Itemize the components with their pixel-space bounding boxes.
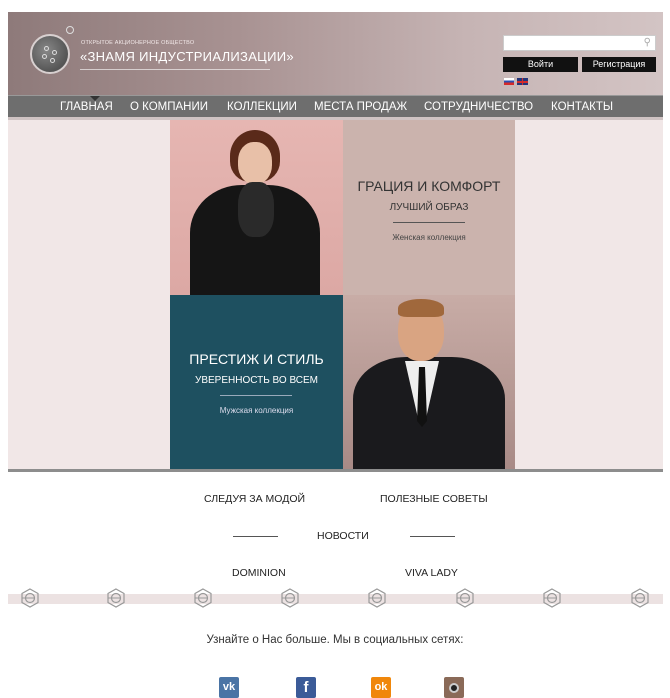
company-name[interactable]: «ЗНАМЯ ИНДУСТРИАЛИЗАЦИИ» bbox=[80, 49, 294, 64]
button-logo-icon[interactable] bbox=[30, 34, 70, 74]
women-divider bbox=[393, 222, 465, 223]
ru-flag-icon[interactable] bbox=[504, 78, 514, 85]
search-input[interactable]: ⚲ bbox=[503, 35, 656, 51]
tips-link[interactable]: ПОЛЕЗНЫЕ СОВЕТЫ bbox=[380, 493, 488, 505]
women-collection-link[interactable]: Женская коллекция bbox=[343, 233, 515, 242]
en-flag-icon[interactable] bbox=[517, 78, 528, 85]
nav-item-stores[interactable]: МЕСТА ПРОДАЖ bbox=[314, 101, 407, 113]
login-button[interactable]: Войти bbox=[503, 57, 578, 72]
news-link[interactable]: НОВОСТИ bbox=[317, 530, 369, 542]
nav-item-home[interactable]: ГЛАВНАЯ bbox=[60, 101, 113, 113]
women-collection-panel[interactable]: ГРАЦИЯ И КОМФОРТ ЛУЧШИЙ ОБРАЗ Женская ко… bbox=[343, 120, 515, 295]
brand-mark-icon bbox=[631, 588, 649, 608]
nav-item-contacts[interactable]: КОНТАКТЫ bbox=[551, 101, 613, 113]
men-title: ПРЕСТИЖ И СТИЛЬ bbox=[189, 351, 324, 367]
men-divider bbox=[220, 395, 292, 396]
nav-item-about[interactable]: О КОМПАНИИ bbox=[130, 101, 208, 113]
company-type: ОТКРЫТОЕ АКЦИОНЕРНОЕ ОБЩЕСТВО bbox=[81, 40, 195, 46]
men-collection-photo[interactable] bbox=[343, 295, 515, 470]
nav-item-cooperation[interactable]: СОТРУДНИЧЕСТВО bbox=[424, 101, 533, 113]
brand-mark-icon bbox=[368, 588, 386, 608]
brand-mark-icon bbox=[194, 588, 212, 608]
dominion-link[interactable]: DOMINION bbox=[232, 567, 286, 579]
women-collection-photo[interactable] bbox=[170, 120, 343, 295]
register-button[interactable]: Регистрация bbox=[582, 57, 656, 72]
social-heading: Узнайте о Нас больше. Мы в социальных се… bbox=[206, 634, 464, 646]
men-collection-link[interactable]: Мужская коллекция bbox=[170, 406, 343, 415]
search-icon[interactable]: ⚲ bbox=[644, 37, 651, 48]
women-subtitle: ЛУЧШИЙ ОБРАЗ bbox=[389, 202, 469, 213]
facebook-icon[interactable]: f bbox=[296, 677, 316, 698]
site-header: ОТКРЫТОЕ АКЦИОНЕРНОЕ ОБЩЕСТВО «ЗНАМЯ ИНД… bbox=[8, 12, 663, 95]
brand-mark-icon bbox=[543, 588, 561, 608]
men-subtitle: УВЕРЕННОСТЬ ВО ВСЕМ bbox=[194, 375, 319, 386]
brand-mark-icon bbox=[281, 588, 299, 608]
vk-icon[interactable]: vk bbox=[219, 677, 239, 698]
men-collection-panel[interactable]: ПРЕСТИЖ И СТИЛЬ УВЕРЕННОСТЬ ВО ВСЕМ Мужс… bbox=[170, 295, 343, 470]
nav-item-collections[interactable]: КОЛЛЕКЦИИ bbox=[227, 101, 297, 113]
main-nav: ГЛАВНАЯ О КОМПАНИИ КОЛЛЕКЦИИ МЕСТА ПРОДА… bbox=[8, 95, 663, 120]
brand-mark-icon bbox=[21, 588, 39, 608]
header-divider bbox=[80, 69, 270, 70]
odnoklassniki-icon[interactable]: ok bbox=[371, 677, 391, 698]
brand-mark-icon bbox=[456, 588, 474, 608]
viva-lady-link[interactable]: VIVA LADY bbox=[405, 567, 458, 579]
hero-divider bbox=[8, 469, 663, 472]
news-divider-left bbox=[233, 536, 278, 537]
brand-mark-icon bbox=[107, 588, 125, 608]
instagram-icon[interactable] bbox=[444, 677, 464, 698]
women-title: ГРАЦИЯ И КОМФОРТ bbox=[357, 178, 501, 194]
fashion-link[interactable]: СЛЕДУЯ ЗА МОДОЙ bbox=[204, 493, 305, 505]
logo-ring-icon bbox=[66, 26, 74, 34]
news-divider-right bbox=[410, 536, 455, 537]
